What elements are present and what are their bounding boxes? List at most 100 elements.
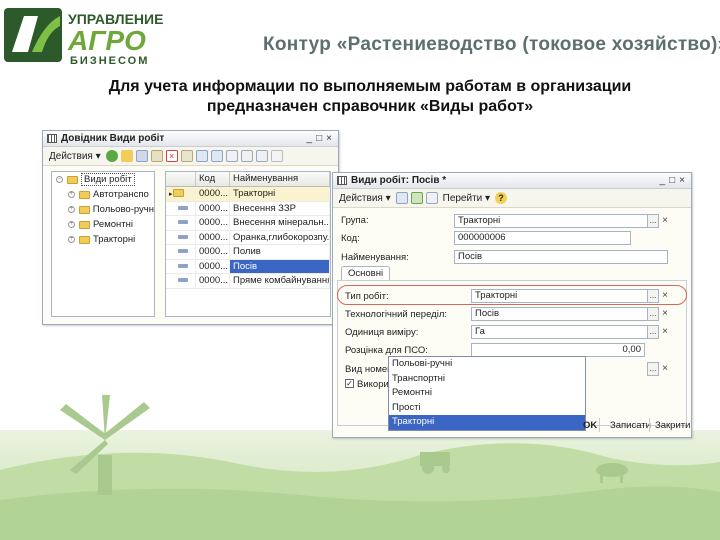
- unit-field[interactable]: Га: [471, 325, 648, 339]
- items-grid[interactable]: Код Найменування ▸ 0000... Тракторні 0000.…: [165, 171, 331, 317]
- maximize-button[interactable]: □: [316, 133, 322, 144]
- unit-select-button[interactable]: ...: [647, 325, 659, 339]
- add-folder-icon[interactable]: [120, 150, 133, 162]
- code-label: Код:: [341, 233, 360, 244]
- table-row[interactable]: 0000... Оранка,глибокорозпу...: [166, 230, 330, 245]
- ok-button[interactable]: OK: [583, 420, 597, 431]
- folder-icon: [79, 235, 90, 244]
- name-field[interactable]: Посів: [454, 250, 668, 264]
- goto-menu-button[interactable]: Перейти ▾: [441, 191, 492, 206]
- filter-icon[interactable]: [225, 150, 238, 162]
- tab-main[interactable]: Основні: [341, 266, 391, 281]
- tree-item[interactable]: + Тракторні: [52, 232, 154, 247]
- copy-icon[interactable]: [135, 150, 148, 162]
- collapse-icon[interactable]: −: [56, 176, 63, 183]
- unit-clear-icon[interactable]: ×: [659, 325, 671, 339]
- clear-filter-icon[interactable]: [270, 150, 283, 162]
- table-row[interactable]: 0000... Пряме комбайнування: [166, 274, 330, 289]
- work-type-clear-icon[interactable]: ×: [659, 289, 671, 303]
- tree-root[interactable]: − Види робіт: [52, 172, 154, 187]
- name-label: Найменування:: [341, 252, 409, 263]
- list-mode-icon[interactable]: [195, 150, 208, 162]
- item-form-window: Види робіт: Посів * _ □ × Действия ▾ Перей…: [332, 172, 692, 438]
- hierarchy-icon[interactable]: [180, 150, 193, 162]
- group-clear-icon[interactable]: ×: [659, 214, 671, 228]
- row-icon-cell: [166, 274, 196, 288]
- work-type-dropdown[interactable]: Польові-ручні Транспортні Ремонтні Прост…: [388, 356, 586, 431]
- row-name: Внесення мінеральн...: [230, 216, 330, 230]
- edit-icon[interactable]: [150, 150, 163, 162]
- help-icon[interactable]: ?: [495, 192, 508, 204]
- rate-field[interactable]: 0,00: [471, 343, 645, 357]
- minimize-button[interactable]: _: [660, 175, 666, 186]
- up-level-icon[interactable]: [210, 150, 223, 162]
- filter-settings-icon[interactable]: [255, 150, 268, 162]
- row-icon-cell: [166, 245, 196, 259]
- actions-menu-button[interactable]: Действия ▾: [47, 149, 103, 164]
- close-form-button[interactable]: Закрити: [655, 420, 690, 431]
- nomenclature-clear-icon[interactable]: ×: [659, 362, 671, 376]
- table-row-selected[interactable]: 0000... Посів: [166, 259, 330, 274]
- tree-item-label: Ремонтні: [93, 219, 133, 230]
- grid-header-name[interactable]: Найменування: [230, 172, 330, 186]
- expand-icon[interactable]: +: [68, 236, 75, 243]
- footer-divider: [599, 418, 600, 432]
- work-type-select-button[interactable]: ...: [647, 289, 659, 303]
- row-code: 0000...: [196, 216, 230, 230]
- refresh-icon[interactable]: [410, 192, 423, 204]
- tree-item[interactable]: + Ремонтні: [52, 217, 154, 232]
- delete-icon[interactable]: ×: [165, 150, 178, 162]
- expand-icon[interactable]: +: [68, 221, 75, 228]
- actions-menu-button[interactable]: Действия ▾: [337, 191, 393, 206]
- add-icon[interactable]: [105, 150, 118, 162]
- item-icon: [178, 205, 188, 210]
- code-field[interactable]: 000000006: [454, 231, 631, 245]
- header-title: Контур «Растениеводство (токовое хозяйст…: [263, 34, 720, 55]
- row-icon-cell: [166, 230, 196, 244]
- row-name: Оранка,глибокорозпу...: [230, 230, 330, 244]
- grid-header-code[interactable]: Код: [196, 172, 230, 186]
- tree-item-label: Тракторні: [93, 234, 136, 245]
- groups-tree[interactable]: − Види робіт + Автотранспо + Польово-ручн +…: [51, 171, 155, 317]
- row-name: Посів: [230, 259, 330, 273]
- tree-item[interactable]: + Польово-ручн: [52, 202, 154, 217]
- dropdown-option[interactable]: Ремонтні: [389, 386, 585, 401]
- table-row[interactable]: 0000... Полив: [166, 245, 330, 260]
- filter-value-icon[interactable]: [240, 150, 253, 162]
- expand-icon[interactable]: +: [68, 191, 75, 198]
- save-button[interactable]: Записати: [610, 420, 651, 431]
- table-row[interactable]: 0000... Внесення ЗЗР: [166, 201, 330, 216]
- tech-field[interactable]: Посів: [471, 307, 648, 321]
- item-icon: [178, 234, 188, 239]
- table-row[interactable]: 0000... Внесення мінеральн...: [166, 216, 330, 231]
- form-toolbar: Действия ▾ Перейти ▾ ?: [333, 189, 691, 208]
- close-button[interactable]: ×: [679, 175, 685, 186]
- tree-item[interactable]: + Автотранспо: [52, 187, 154, 202]
- dropdown-option-selected[interactable]: Тракторні: [389, 415, 585, 430]
- save-icon[interactable]: [395, 192, 408, 204]
- work-type-label: Тип робіт:: [345, 291, 389, 302]
- dropdown-option[interactable]: Транспортні: [389, 372, 585, 387]
- row-icon-cell: [166, 216, 196, 230]
- table-row[interactable]: ▸ 0000... Тракторні: [166, 187, 330, 202]
- dropdown-option[interactable]: Польові-ручні: [389, 357, 585, 372]
- group-select-button[interactable]: ...: [647, 214, 659, 228]
- slide-header: УПРАВЛЕНИЕ АГРО БИЗНЕСОМ Контур «Растени…: [0, 0, 720, 72]
- tech-select-button[interactable]: ...: [647, 307, 659, 321]
- maximize-button[interactable]: □: [669, 175, 675, 186]
- use-checkbox[interactable]: ✓: [345, 379, 354, 388]
- group-field[interactable]: Тракторні: [454, 214, 648, 228]
- list-window-titlebar[interactable]: Довідник Види робіт _ □ ×: [43, 131, 338, 147]
- work-type-field[interactable]: Тракторні: [471, 289, 648, 303]
- close-button[interactable]: ×: [326, 133, 332, 144]
- form-window-titlebar[interactable]: Види робіт: Посів * _ □ ×: [333, 173, 691, 189]
- row-code: 0000...: [196, 259, 230, 273]
- minimize-button[interactable]: _: [307, 133, 313, 144]
- nomenclature-label: Вид номен: [345, 364, 393, 375]
- dropdown-option[interactable]: Прості: [389, 401, 585, 416]
- copy-icon[interactable]: [425, 192, 438, 204]
- catalog-list-window: Довідник Види робіт _ □ × Действия ▾ × − Ви…: [42, 130, 339, 325]
- expand-icon[interactable]: +: [68, 206, 75, 213]
- nomenclature-select-button[interactable]: ...: [647, 362, 659, 376]
- tech-clear-icon[interactable]: ×: [659, 307, 671, 321]
